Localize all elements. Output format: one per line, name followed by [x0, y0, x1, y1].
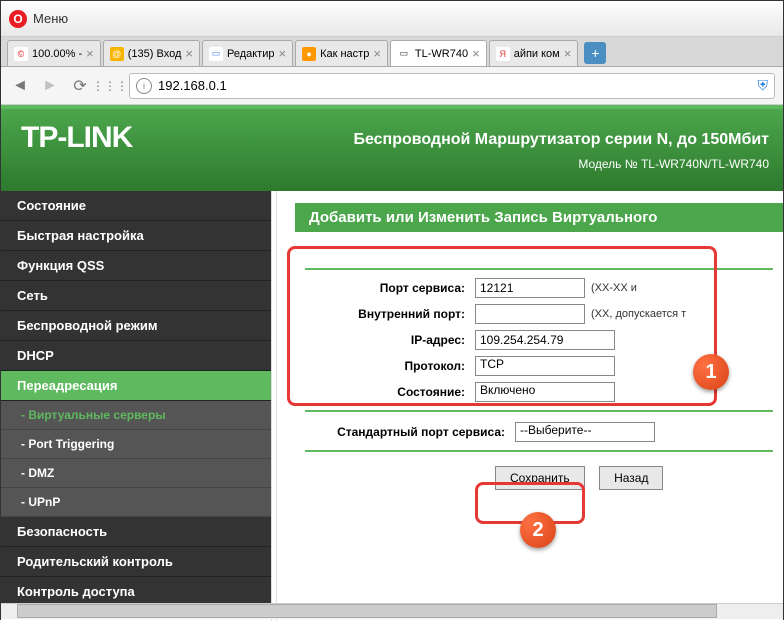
scrollbar-thumb[interactable]	[17, 604, 717, 618]
reload-button[interactable]: ⟳	[69, 75, 91, 97]
forward-button[interactable]: ►	[39, 75, 61, 97]
common-port-select[interactable]: --Выберите--	[515, 422, 655, 442]
new-tab-button[interactable]: +	[584, 42, 606, 64]
browser-tab[interactable]: Яайпи ком ×	[489, 40, 579, 66]
tab-label: айпи ком	[514, 48, 560, 60]
browser-tab[interactable]: ● Как настр ×	[295, 40, 388, 66]
protocol-label: Протокол:	[305, 359, 475, 373]
sidebar: СостояниеБыстрая настройкаФункция QSSСет…	[1, 191, 271, 621]
sidebar-item[interactable]: Переадресация	[1, 371, 271, 401]
address-bar[interactable]: i ⛨	[129, 73, 775, 99]
globe-icon: i	[136, 78, 152, 94]
url-input[interactable]	[158, 78, 758, 93]
browser-tab[interactable]: ▭ TL-WR740 ×	[390, 40, 487, 66]
tab-label: 100.00% -	[32, 48, 82, 60]
horizontal-scrollbar[interactable]	[1, 603, 783, 619]
menu-button[interactable]: Меню	[33, 11, 68, 26]
router-body: СостояниеБыстрая настройкаФункция QSSСет…	[1, 191, 783, 621]
page-viewport: TP-LINK Беспроводной Маршрутизатор серии…	[1, 105, 783, 621]
tab-favicon: @	[110, 47, 124, 61]
ip-address-label: IP-адрес:	[305, 333, 475, 347]
service-port-hint: (XX-XX и	[591, 282, 637, 294]
tab-label: (135) Вход	[128, 48, 182, 60]
annotation-badge-2: 2	[520, 512, 556, 548]
browser-tab[interactable]: @ (135) Вход×	[103, 40, 200, 66]
close-icon[interactable]: ×	[472, 46, 480, 61]
sidebar-item[interactable]: Функция QSS	[1, 251, 271, 281]
shield-icon[interactable]: ⛨	[758, 77, 769, 94]
sidebar-item[interactable]: Беспроводной режим	[1, 311, 271, 341]
router-model: Модель № TL-WR740N/TL-WR740	[578, 157, 769, 171]
tab-favicon: ©	[14, 47, 28, 61]
close-icon[interactable]: ×	[86, 46, 94, 61]
service-port-input[interactable]	[475, 278, 585, 298]
speed-dial-icon[interactable]: ⋮⋮⋮	[99, 75, 121, 97]
sidebar-item[interactable]: Родительский контроль	[1, 547, 271, 577]
browser-titlebar: O Меню	[1, 1, 783, 37]
sidebar-item[interactable]: DHCP	[1, 341, 271, 371]
browser-tab[interactable]: © 100.00% - ×	[7, 40, 101, 66]
tab-favicon: ●	[302, 47, 316, 61]
browser-tab[interactable]: ▭ Редактир×	[202, 40, 293, 66]
close-icon[interactable]: ×	[278, 46, 286, 61]
service-port-label: Порт сервиса:	[305, 281, 475, 295]
page-title: Добавить или Изменить Запись Виртуальног…	[295, 203, 783, 232]
tab-strip: ©100.00% -×@(135) Вход×▭Редактир×●Как на…	[1, 37, 783, 67]
sidebar-item[interactable]: Сеть	[1, 281, 271, 311]
browser-toolbar: ◄ ► ⟳ ⋮⋮⋮ i ⛨	[1, 67, 783, 105]
save-button[interactable]: Сохранить	[495, 466, 585, 490]
tab-favicon: ▭	[209, 47, 223, 61]
status-label: Состояние:	[305, 385, 475, 399]
close-icon[interactable]: ×	[373, 46, 381, 61]
ip-address-input[interactable]	[475, 330, 615, 350]
tab-label: Редактир	[227, 48, 275, 60]
sidebar-subitem[interactable]: - DMZ	[1, 459, 271, 488]
form-area: 1 Порт сервиса: (XX-XX и Внутренний порт…	[295, 246, 783, 500]
status-select[interactable]: Включено	[475, 382, 615, 402]
tab-label: TL-WR740	[415, 48, 468, 60]
sidebar-item[interactable]: Безопасность	[1, 517, 271, 547]
internal-port-hint: (XX, допускается т	[591, 308, 686, 320]
protocol-select[interactable]: TCP	[475, 356, 615, 376]
internal-port-input[interactable]	[475, 304, 585, 324]
opera-icon: O	[9, 10, 27, 28]
router-title: Беспроводной Маршрутизатор серии N, до 1…	[353, 131, 769, 149]
router-header: TP-LINK Беспроводной Маршрутизатор серии…	[1, 105, 783, 191]
internal-port-label: Внутренний порт:	[305, 307, 475, 321]
sidebar-item[interactable]: Состояние	[1, 191, 271, 221]
close-icon[interactable]: ×	[185, 46, 193, 61]
sidebar-item[interactable]: Быстрая настройка	[1, 221, 271, 251]
annotation-badge-1: 1	[693, 354, 729, 390]
back-button-form[interactable]: Назад	[599, 466, 663, 490]
sidebar-subitem[interactable]: - Виртуальные серверы	[1, 401, 271, 430]
tab-label: Как настр	[320, 48, 369, 60]
tab-favicon: ▭	[397, 47, 411, 61]
sidebar-subitem[interactable]: - UPnP	[1, 488, 271, 517]
close-icon[interactable]: ×	[564, 46, 572, 61]
tab-favicon: Я	[496, 47, 510, 61]
sidebar-subitem[interactable]: - Port Triggering	[1, 430, 271, 459]
content-panel: Добавить или Изменить Запись Виртуальног…	[277, 191, 783, 621]
back-button[interactable]: ◄	[9, 75, 31, 97]
common-port-label: Стандартный порт сервиса:	[305, 425, 515, 439]
